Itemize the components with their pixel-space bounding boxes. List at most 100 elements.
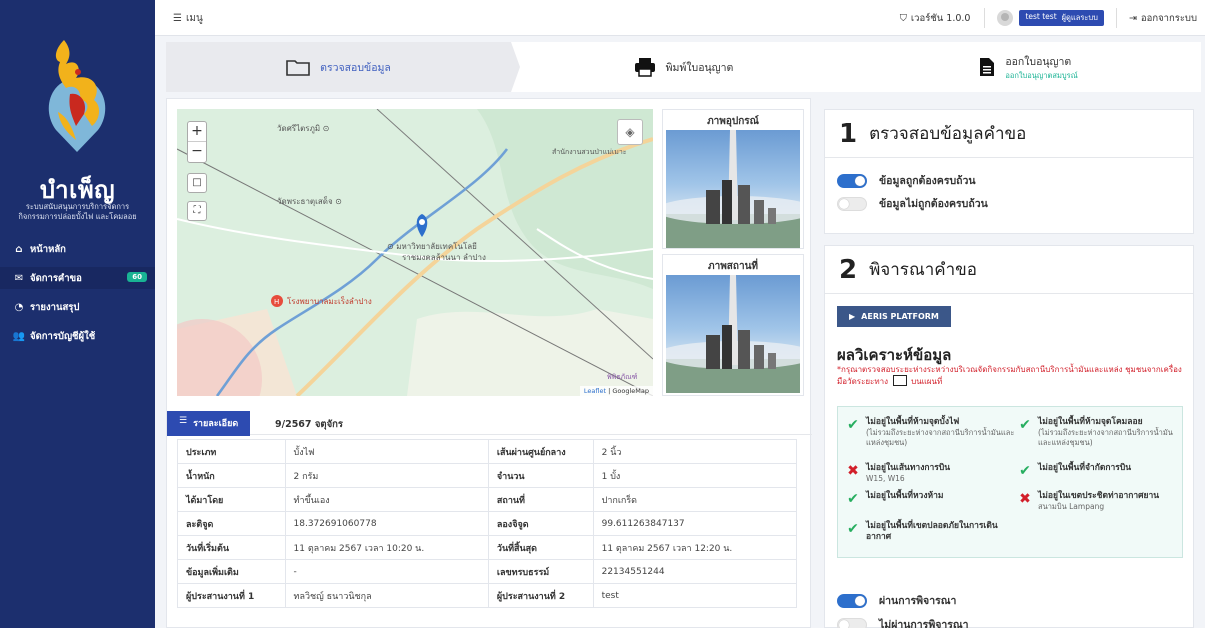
toggle-fail[interactable]: ไม่ผ่านการพิจารณา [837,616,969,628]
table-row: ข้อมูลเพิ่มเติม - เลขทรบธรรม์ 2213455124… [177,559,798,584]
field-label: ผู้ประสานงานที่ 1 [177,583,286,608]
place-photo-title: ภาพสถานที่ [708,261,758,272]
user-menu[interactable]: test test ผู้ดูแลระบบ [985,10,1115,26]
check-subtitle: W15, W16 [866,474,905,483]
play-icon: ▶ [849,312,856,321]
logout-button[interactable]: ⇥ ออกจากระบบ [1117,11,1205,26]
detail-tab-bar: ☰ รายละเอียด 9/2567 จตุจักร [167,409,812,436]
check-item: ✖ ไม่อยู่ในเส้นทางการบิน W15, W16 [846,463,1016,484]
check-icon: ✔ [847,521,859,537]
step-number: 2 [839,254,858,285]
sidebar-item-label: รายงานสรุป [30,301,80,313]
layers-button[interactable]: ◈ [617,119,643,145]
step-label: พิมพ์ใบอนุญาต [665,61,734,74]
step-label: ตรวจสอบข้อมูล [320,61,391,74]
check-title: ไม่อยู่ในพื้นที่เขตปลอดภัยในการเดินอากาศ [866,521,998,542]
toggle-label: ข้อมูลไม่ถูกต้องครบถ้วน [879,198,988,210]
step-verify[interactable]: ตรวจสอบข้อมูล [166,42,520,92]
verify-panel: 1 ตรวจสอบข้อมูลคำขอ ข้อมูลถูกต้องครบถ้วน… [824,109,1194,234]
inbox-icon: ✉ [14,272,24,284]
field-label: เลขทรบธรรม์ [487,559,594,584]
toggle-data-incorrect[interactable]: ข้อมูลไม่ถูกต้องครบถ้วน [837,195,1193,212]
field-value: บั้งไฟ [284,439,489,464]
request-detail-card: วัดศรีไตรภูมิ ⊙ วัดพระธาตุเสด็จ ⊙ สำนักง… [166,98,812,628]
check-title: ไม่อยู่ในพื้นที่ห้ามจุดบั้งไฟ [866,417,960,427]
brand-subtitle-line2: กิจกรรมการปล่อยบั้งไฟ และโคมลอย [18,212,137,221]
toggle-label: ผ่านการพิจารณา [879,595,957,607]
zoom-in-button[interactable]: + [188,122,206,142]
tab-details[interactable]: ☰ รายละเอียด [167,411,251,436]
aeris-platform-button[interactable]: ▶ AERIS PLATFORM [837,306,951,327]
check-item: ✔ ไม่อยู่ในพื้นที่ห้ามจุดโคมลอย (ไม่รวมถึ… [1018,417,1178,448]
check-subtitle: สนามบิน Lampang [1038,502,1105,511]
field-label: ประเภท [177,439,286,464]
equipment-photo[interactable] [666,130,800,248]
toggle-data-correct[interactable]: ข้อมูลถูกต้องครบถ้วน [837,172,1193,189]
report-icon: ◔ [14,301,24,313]
table-row: ได้มาโดย ทำขึ้นเอง สถานที่ ปากเกร็ด [177,487,798,512]
toggle-switch-off[interactable] [837,617,867,628]
menu-toggle-button[interactable]: ☰ เมนู [173,11,203,26]
svg-text:ราชมงคลล้านนา ลำปาง: ราชมงคลล้านนา ลำปาง [402,253,486,262]
top-bar: ☰ เมนู ⛉ เวอร์ชัน 1.0.0 test test ผู้ดูแ… [155,0,1205,36]
sidebar-item-reports[interactable]: ◔ รายงานสรุป [0,296,155,318]
step-print[interactable]: พิมพ์ใบอนุญาต [511,42,865,92]
toggle-switch-off[interactable] [837,196,867,211]
sidebar-item-requests[interactable]: ✉ จัดการคำขอ 60 [0,267,155,289]
logout-icon: ⇥ [1128,12,1137,24]
field-value: test [592,583,798,608]
rocket-tower-image [666,130,800,248]
analysis-note-text: บนแผนที่ [911,377,943,386]
printer-icon [634,58,655,77]
step-issue[interactable]: ออกใบอนุญาต ออกใบอนุญาตสมบูรณ์ [856,42,1201,92]
sidebar-item-users[interactable]: 👥 จัดการบัญชีผู้ใช้ [0,325,155,347]
sidebar-item-label: จัดการคำขอ [30,272,82,284]
step-text: ออกใบอนุญาต ออกใบอนุญาตสมบูรณ์ [1005,53,1077,82]
field-value: 99.611263847137 [592,511,798,536]
document-icon [980,58,995,76]
field-value: ทลวิชญ์ ธนาวนิชกุล [284,583,489,608]
tab-label: รายละเอียด [193,419,239,429]
user-chip: test test ผู้ดูแลระบบ [1019,10,1104,26]
check-item: ✖ ไม่อยู่ในเขตประชิดท่าอากาศยาน สนามบิน L… [1018,491,1178,512]
check-icon: ✔ [1019,417,1031,433]
field-label: วันที่สิ้นสุด [487,535,594,560]
logo [48,40,106,152]
leaflet-link[interactable]: Leaflet [584,387,606,395]
check-item: ✔ ไม่อยู่ในพื้นที่จำกัดการบิน [1018,463,1178,479]
version-info: ⛉ เวอร์ชัน 1.0.0 [886,11,985,26]
field-value: 2 นิ้ว [592,439,798,464]
analysis-note-text: *กรุณาตรวจสอบระยะห่างระหว่างบริเวณจัดกิจ… [837,365,1123,374]
detail-table: ประเภท บั้งไฟ เส้นผ่านศูนย์กลาง 2 นิ้ว น… [177,439,798,608]
toggle-switch-on[interactable] [837,173,867,188]
place-photo[interactable] [666,275,800,393]
check-title: ไม่อยู่ในพื้นที่หวงห้าม [866,491,944,501]
ruler-icon [892,375,907,386]
field-value: 2 กรัม [284,463,489,488]
sidebar-item-label: หน้าหลัก [30,243,66,255]
avatar [997,10,1014,26]
field-value: 22134551244 [592,559,798,584]
field-value: 1 บั้ง [592,463,798,488]
analysis-checklist: ✔ ไม่อยู่ในพื้นที่ห้ามจุดบั้งไฟ (ไม่รวมถึ… [837,406,1183,558]
fullscreen-button[interactable]: ⛶ [187,201,207,221]
field-label: สถานที่ [487,487,594,512]
measure-tool-button[interactable]: □ [187,173,207,193]
panel-title: ตรวจสอบข้อมูลคำขอ [869,124,1027,144]
sidebar-nav: ⌂ หน้าหลัก ✉ จัดการคำขอ 60 ◔ รายงานสรุป … [0,238,155,354]
user-role: ผู้ดูแลระบบ [1061,13,1098,22]
field-label: ได้มาโดย [177,487,286,512]
table-row: ละติจูด 18.372691060778 ลองจิจูด 99.6112… [177,511,798,536]
map[interactable]: วัดศรีไตรภูมิ ⊙ วัดพระธาตุเสด็จ ⊙ สำนักง… [177,109,653,396]
sidebar-item-home[interactable]: ⌂ หน้าหลัก [0,238,155,260]
field-value: ทำขึ้นเอง [284,487,489,512]
logout-label: ออกจากระบบ [1140,12,1197,24]
svg-text:สำนักงานสวนป่าแม่เมาะ: สำนักงานสวนป่าแม่เมาะ [552,148,627,156]
field-value: - [284,559,489,584]
check-icon: ✔ [847,417,859,433]
equipment-photo-title: ภาพอุปกรณ์ [707,116,759,127]
toggle-pass[interactable]: ผ่านการพิจารณา [837,592,956,609]
zoom-out-button[interactable]: − [188,142,206,162]
panel-title: พิจารณาคำขอ [869,260,978,280]
toggle-switch-on[interactable] [837,593,867,608]
